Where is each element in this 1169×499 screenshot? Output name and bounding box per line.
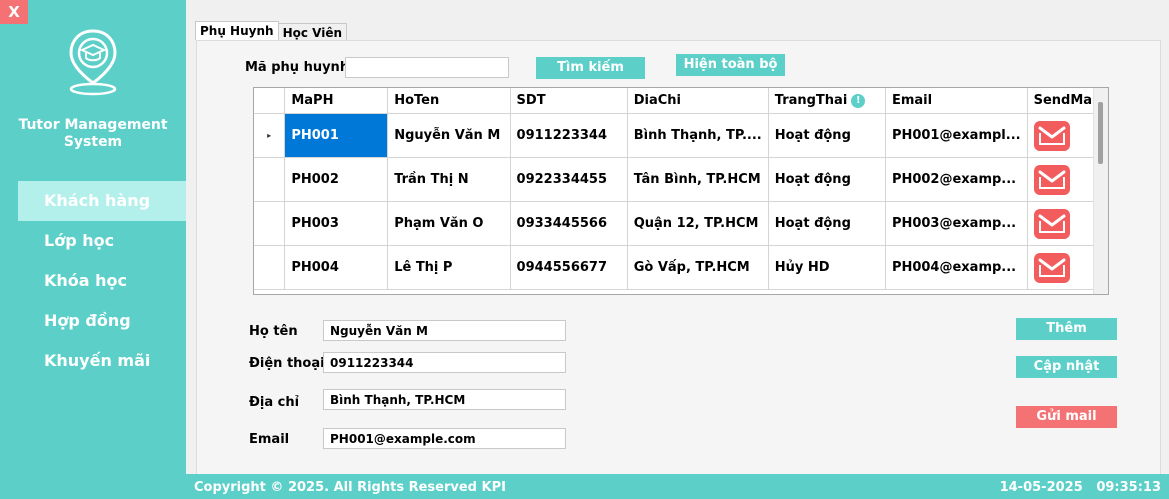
cell-maph[interactable]: PH004 [284, 245, 389, 290]
cell-maph[interactable]: PH002 [284, 157, 389, 202]
name-field[interactable]: Nguyễn Văn M [323, 320, 566, 341]
search-button[interactable]: Tìm kiếm [536, 57, 645, 79]
sidebar-item-label: Khách hàng [44, 191, 151, 210]
search-label: Mã phụ huynh [245, 60, 350, 75]
cell-trangthai[interactable]: Hoạt động [768, 201, 886, 246]
cell-trangthai[interactable]: Hủy HD [768, 245, 886, 290]
copyright-text: Copyright © 2025. All Rights Reserved KP… [194, 480, 506, 495]
cell-diachi[interactable]: Tân Bình, TP.HCM [627, 157, 769, 202]
sidebar-item-khach-hang[interactable]: Khách hàng [18, 181, 186, 221]
search-input[interactable] [345, 57, 509, 78]
cell-hoten[interactable]: Phạm Văn O [387, 201, 511, 246]
mail-icon[interactable] [1033, 164, 1070, 195]
cell-diachi[interactable]: Bình Thạnh, TP.... [627, 113, 769, 158]
cell-sdt[interactable]: 0933445566 [510, 201, 628, 246]
row-selector[interactable] [254, 201, 286, 246]
cell-maph[interactable]: PH003 [284, 201, 389, 246]
info-icon: ! [851, 93, 866, 108]
time-text: 09:35:13 [1096, 480, 1161, 495]
close-button[interactable]: X [0, 0, 28, 24]
address-field[interactable]: Bình Thạnh, TP.HCM [323, 389, 566, 410]
parent-grid[interactable]: MaPH HoTen SDT DiaChi TrangThai! Email S… [253, 87, 1109, 295]
table-header-row: MaPH HoTen SDT DiaChi TrangThai! Email S… [254, 88, 1108, 114]
sidebar-item-label: Khuyến mãi [44, 351, 151, 370]
cell-sdt[interactable]: 0944556677 [510, 245, 628, 290]
add-button[interactable]: Thêm [1016, 318, 1117, 340]
row-selector[interactable] [254, 157, 286, 202]
column-header-trangthai[interactable]: TrangThai! [768, 88, 886, 114]
mail-icon[interactable] [1033, 252, 1070, 283]
row-selector[interactable] [254, 245, 286, 290]
column-header-diachi[interactable]: DiaChi [627, 88, 769, 114]
cell-hoten[interactable]: Lê Thị P [387, 245, 511, 290]
status-bar: Copyright © 2025. All Rights Reserved KP… [186, 474, 1169, 499]
phone-label: Điện thoại [249, 356, 325, 371]
parent-panel: Mã phụ huynh Tìm kiếm Hiện toàn bộ MaPH … [196, 40, 1161, 476]
cell-email[interactable]: PH003@examp... [885, 201, 1028, 246]
update-button[interactable]: Cập nhật [1016, 356, 1117, 378]
column-header-hoten[interactable]: HoTen [387, 88, 511, 114]
row-header-corner [254, 88, 286, 114]
grid-scrollbar[interactable] [1093, 88, 1108, 294]
cell-trangthai[interactable]: Hoạt động [768, 113, 886, 158]
sidebar-item-khuyen-mai[interactable]: Khuyến mãi [0, 341, 186, 381]
cell-diachi[interactable]: Quận 12, TP.HCM [627, 201, 769, 246]
show-all-button[interactable]: Hiện toàn bộ [676, 54, 785, 76]
cell-email[interactable]: PH004@examp... [885, 245, 1028, 290]
sidebar-item-label: Hợp đồng [44, 311, 131, 330]
column-header-email[interactable]: Email [885, 88, 1028, 114]
sidebar: X Tutor Management System Khách hàng Lớp… [0, 0, 186, 499]
scrollbar-thumb[interactable] [1098, 102, 1103, 164]
cell-hoten[interactable]: Trần Thị N [387, 157, 511, 202]
cell-trangthai[interactable]: Hoạt động [768, 157, 886, 202]
table-row[interactable]: PH002 Trần Thị N 0922334455 Tân Bình, TP… [254, 157, 1108, 202]
tab-strip: Phụ Huynh Học Viên [195, 21, 348, 42]
cell-email[interactable]: PH002@examp... [885, 157, 1028, 202]
table-row[interactable]: PH004 Lê Thị P 0944556677 Gò Vấp, TP.HCM… [254, 245, 1108, 290]
table-row[interactable]: PH003 Phạm Văn O 0933445566 Quận 12, TP.… [254, 201, 1108, 246]
sidebar-nav: Khách hàng Lớp học Khóa học Hợp đồng Khu… [0, 181, 186, 381]
cell-maph[interactable]: PH001 [284, 113, 389, 158]
graduation-cap-pin-icon [63, 27, 123, 97]
main-area: Phụ Huynh Học Viên Mã phụ huynh Tìm kiếm … [186, 0, 1169, 499]
cell-sdt[interactable]: 0922334455 [510, 157, 628, 202]
app-title-line1: Tutor Management [18, 117, 168, 133]
send-mail-button[interactable]: Gửi mail [1016, 406, 1117, 428]
parent-table: MaPH HoTen SDT DiaChi TrangThai! Email S… [254, 88, 1108, 290]
cell-diachi[interactable]: Gò Vấp, TP.HCM [627, 245, 769, 290]
column-header-sdt[interactable]: SDT [510, 88, 628, 114]
datetime: 14-05-2025 09:35:13 [1000, 480, 1161, 495]
sidebar-item-label: Khóa học [44, 271, 128, 290]
date-text: 14-05-2025 [999, 480, 1083, 495]
email-label: Email [249, 432, 290, 447]
column-header-maph[interactable]: MaPH [284, 88, 389, 114]
address-label: Địa chỉ [249, 395, 300, 410]
app-title-line2: System [63, 134, 123, 150]
cell-hoten[interactable]: Nguyễn Văn M [387, 113, 511, 158]
tab-phu-huynh[interactable]: Phụ Huynh [195, 21, 279, 40]
app-title: Tutor Management System [0, 117, 186, 151]
sidebar-item-khoa-hoc[interactable]: Khóa học [0, 261, 186, 301]
name-label: Họ tên [249, 324, 298, 339]
mail-icon[interactable] [1033, 120, 1070, 151]
sidebar-item-hop-dong[interactable]: Hợp đồng [0, 301, 186, 341]
phone-field[interactable]: 0911223344 [323, 352, 566, 373]
column-header-label: TrangThai [774, 93, 848, 108]
table-row[interactable]: ▸ PH001 Nguyễn Văn M 0911223344 Bình Thạ… [254, 113, 1108, 158]
cell-sdt[interactable]: 0911223344 [510, 113, 628, 158]
cell-email[interactable]: PH001@exampl... [885, 113, 1028, 158]
sidebar-item-lop-hoc[interactable]: Lớp học [0, 221, 186, 261]
email-field[interactable]: PH001@example.com [323, 428, 566, 449]
mail-icon[interactable] [1033, 208, 1070, 239]
sidebar-item-label: Lớp học [44, 231, 115, 250]
row-selector-icon[interactable]: ▸ [254, 113, 286, 158]
